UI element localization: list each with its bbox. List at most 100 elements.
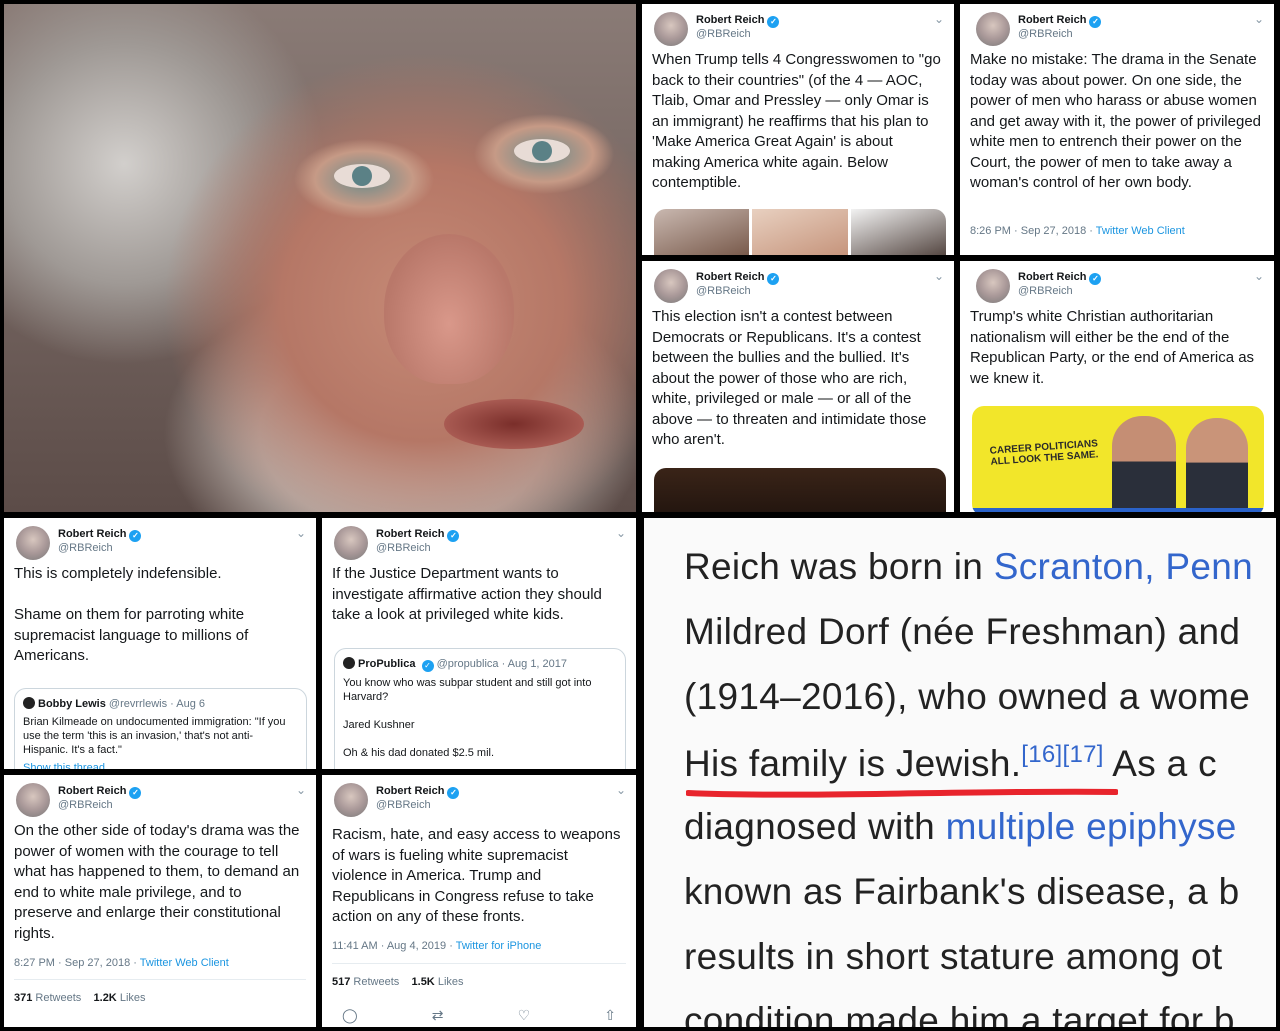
- tweet-card-3[interactable]: Robert Reich ✓ @RBReich ⌄ This election i…: [642, 261, 954, 512]
- verified-icon: ✓: [447, 787, 460, 799]
- chevron-down-icon[interactable]: ⌄: [296, 526, 306, 540]
- portrait-photo: [4, 4, 636, 512]
- right-eye: [514, 139, 570, 163]
- tweet-text: This election isn't a contest between De…: [652, 308, 931, 448]
- wiki-line-2: Mildred Dorf (née Freshman) and: [684, 611, 1241, 652]
- author-name[interactable]: Robert Reich: [376, 528, 444, 540]
- author-name[interactable]: Robert Reich: [1018, 271, 1086, 283]
- wiki-line-1: Reich was born in Scranton, Penn: [684, 546, 1254, 587]
- quote-author-handle[interactable]: @propublica · Aug 1, 2017: [437, 658, 567, 670]
- tweet-card-6[interactable]: Robert Reich ✓ @RBReich ⌄ If the Justice …: [322, 518, 636, 769]
- tweet-timestamp[interactable]: 8:27 PM · Sep 27, 2018: [14, 957, 130, 969]
- retweets-label: Retweets: [353, 976, 400, 988]
- wiki-line-5: diagnosed with multiple epiphyse: [684, 806, 1237, 847]
- tweet-media-image[interactable]: [654, 468, 946, 512]
- author-handle[interactable]: @RBReich: [58, 542, 113, 554]
- reply-icon[interactable]: ◯: [342, 1007, 358, 1024]
- tweet-actions: ◯ ⇄ ♡ ⇧: [342, 1007, 616, 1024]
- tweet-card-1[interactable]: Robert Reich ✓ @RBReich ⌄ When Trump tell…: [642, 4, 954, 255]
- media-thumb-1: [654, 209, 750, 255]
- author-handle[interactable]: @RBReich: [376, 542, 431, 554]
- like-icon[interactable]: ♡: [518, 1007, 531, 1024]
- chevron-down-icon[interactable]: ⌄: [934, 269, 944, 283]
- author-handle[interactable]: @RBReich: [1018, 28, 1073, 40]
- author-name[interactable]: Robert Reich: [1018, 14, 1086, 26]
- like-count[interactable]: 1.2K: [94, 992, 117, 1004]
- likes-label: Likes: [119, 992, 146, 1004]
- avatar[interactable]: [654, 269, 688, 303]
- chevron-down-icon[interactable]: ⌄: [616, 526, 626, 540]
- tweet-text: Racism, hate, and easy access to weapons…: [332, 826, 625, 925]
- tweet-text: This is completely indefensible. Shame o…: [14, 565, 249, 664]
- tweet-card-7[interactable]: Robert Reich ✓ @RBReich ⌄ On the other si…: [4, 775, 316, 1027]
- show-thread-link[interactable]: Show this thread: [23, 761, 298, 769]
- wiki-line-8: condition made him a target for b: [684, 1000, 1235, 1027]
- avatar[interactable]: [334, 783, 368, 817]
- avatar[interactable]: [334, 526, 368, 560]
- avatar[interactable]: [16, 526, 50, 560]
- quote-avatar: [343, 657, 355, 669]
- quote-author-handle[interactable]: @revrrlewis · Aug 6: [109, 698, 205, 710]
- retweet-icon[interactable]: ⇄: [432, 1007, 444, 1024]
- verified-icon: ✓: [129, 787, 142, 799]
- epiphyseal-link[interactable]: multiple epiphyse: [946, 806, 1237, 847]
- chevron-down-icon[interactable]: ⌄: [934, 12, 944, 26]
- verified-icon: ✓: [1089, 273, 1102, 285]
- author-handle[interactable]: @RBReich: [1018, 285, 1073, 297]
- author-handle[interactable]: @RBReich: [696, 28, 751, 40]
- chevron-down-icon[interactable]: ⌄: [1254, 269, 1264, 283]
- tweet-media-strip[interactable]: [654, 209, 946, 255]
- mouth: [444, 399, 584, 449]
- tweet-client-link[interactable]: Twitter for iPhone: [456, 940, 542, 952]
- tweet-text: Make no mistake: The drama in the Senate…: [970, 51, 1266, 191]
- tweet-timestamp[interactable]: 11:41 AM · Aug 4, 2019: [332, 940, 446, 952]
- quoted-tweet[interactable]: Bobby Lewis @revrrlewis · Aug 6 Brian Ki…: [14, 688, 307, 769]
- author-handle[interactable]: @RBReich: [696, 285, 751, 297]
- like-count[interactable]: 1.5K: [412, 976, 435, 988]
- quote-author-name[interactable]: Bobby Lewis: [38, 698, 106, 710]
- chevron-down-icon[interactable]: ⌄: [1254, 12, 1264, 26]
- retweets-label: Retweets: [35, 992, 82, 1004]
- tweet-stats: 371 Retweets 1.2K Likes: [14, 979, 306, 1004]
- ad-person-2: [1186, 418, 1248, 512]
- share-icon[interactable]: ⇧: [604, 1007, 616, 1024]
- tweet-card-8[interactable]: Robert Reich ✓ @RBReich ⌄ Racism, hate, a…: [322, 775, 636, 1027]
- retweet-count[interactable]: 371: [14, 992, 32, 1004]
- citation-refs[interactable]: [16][17]: [1021, 741, 1103, 768]
- quote-avatar: [23, 697, 35, 709]
- retweet-count[interactable]: 517: [332, 976, 350, 988]
- chevron-down-icon[interactable]: ⌄: [296, 783, 306, 797]
- avatar[interactable]: [654, 12, 688, 46]
- tweet-card-2[interactable]: Robert Reich ✓ @RBReich ⌄ Make no mistake…: [960, 4, 1274, 255]
- author-handle[interactable]: @RBReich: [58, 799, 113, 811]
- quoted-tweet[interactable]: ProPublica ✓ @propublica · Aug 1, 2017 Y…: [334, 648, 626, 769]
- tweet-client-link[interactable]: Twitter Web Client: [1096, 225, 1185, 237]
- tweet-timestamp[interactable]: 8:26 PM · Sep 27, 2018: [970, 225, 1086, 237]
- quote-author-name[interactable]: ProPublica: [358, 658, 415, 670]
- ad-slogan: CAREER POLITICIANS ALL LOOK THE SAME.: [989, 438, 1099, 468]
- chevron-down-icon[interactable]: ⌄: [616, 783, 626, 797]
- tweet-card-4[interactable]: Robert Reich ✓ @RBReich ⌄ Trump's white C…: [960, 261, 1274, 512]
- tweet-text: If the Justice Department wants to inves…: [332, 565, 607, 623]
- avatar[interactable]: [16, 783, 50, 817]
- ad-person-1: [1112, 416, 1176, 512]
- quote-text: You know who was subpar student and stil…: [343, 677, 592, 759]
- tweet-meta: 8:26 PM · Sep 27, 2018 · Twitter Web Cli…: [970, 225, 1185, 237]
- scranton-link[interactable]: Scranton, Penn: [994, 546, 1253, 587]
- author-name[interactable]: Robert Reich: [696, 14, 764, 26]
- red-underline-annotation: [686, 788, 1118, 798]
- tweet-text: On the other side of today's drama was t…: [14, 822, 304, 942]
- author-name[interactable]: Robert Reich: [376, 785, 444, 797]
- verified-icon: ✓: [767, 273, 780, 285]
- avatar[interactable]: [976, 12, 1010, 46]
- avatar[interactable]: [976, 269, 1010, 303]
- tweet-card-5[interactable]: Robert Reich ✓ @RBReich ⌄ This is complet…: [4, 518, 316, 769]
- wiki-line-4: His family is Jewish.[16][17] As a c: [684, 741, 1217, 784]
- tweet-media-ad[interactable]: CAREER POLITICIANS ALL LOOK THE SAME.: [972, 406, 1264, 512]
- author-name[interactable]: Robert Reich: [696, 271, 764, 283]
- author-name[interactable]: Robert Reich: [58, 785, 126, 797]
- tweet-client-link[interactable]: Twitter Web Client: [140, 957, 229, 969]
- author-handle[interactable]: @RBReich: [376, 799, 431, 811]
- author-name[interactable]: Robert Reich: [58, 528, 126, 540]
- wiki-line-3: (1914–2016), who owned a wome: [684, 676, 1251, 717]
